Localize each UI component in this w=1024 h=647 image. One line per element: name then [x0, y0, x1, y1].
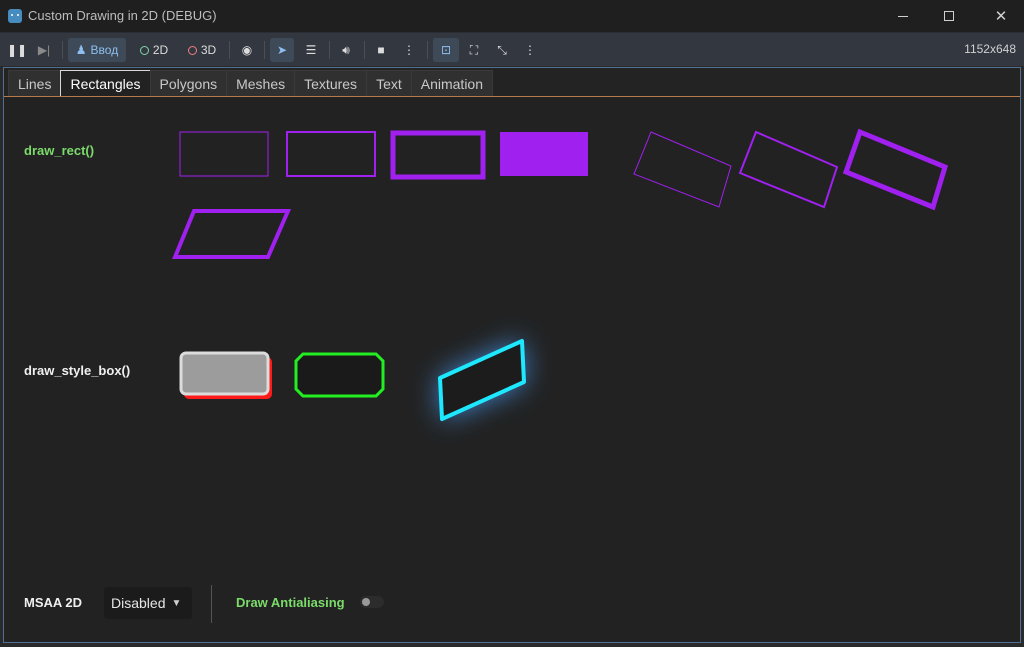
close-icon: ✕ [994, 8, 1008, 25]
mode-3d-button[interactable]: 3D [182, 38, 222, 62]
antialiasing-toggle[interactable] [360, 596, 384, 608]
mode-3d-label: 3D [200, 43, 217, 57]
expand-icon: ⛶ [469, 43, 479, 57]
audio-button[interactable]: 🔊︎ [334, 38, 358, 62]
toggle-knob [362, 598, 370, 606]
toolbar-separator [229, 41, 230, 59]
speaker-icon: 🔊︎ [342, 43, 350, 57]
visibility-button[interactable]: ◉ [236, 38, 258, 62]
tab-textures[interactable]: Textures [294, 70, 368, 98]
stylebox-cyan-skewed [438, 339, 526, 421]
mode-2d-button[interactable]: 2D [134, 38, 174, 62]
rectangles-panel: draw_rect() draw_style_box() MSAA 2D Dis… [4, 96, 1020, 642]
skewed-rect [172, 209, 292, 259]
pause-button[interactable]: ❚❚ [6, 38, 28, 62]
chevron-down-icon: ▼ [171, 597, 182, 609]
list-pointer-icon: ☰ [305, 43, 317, 57]
rotated-rect-thin [633, 131, 732, 208]
next-frame-button[interactable]: ▶| [34, 38, 54, 62]
embed-icon: ⊡ [440, 43, 452, 57]
eye-icon: ◉ [241, 43, 253, 57]
toolbar-separator [427, 41, 428, 59]
toolbar-separator [329, 41, 330, 59]
msaa-value: Disabled [111, 595, 166, 611]
tab-label: Textures [304, 76, 358, 92]
circle-2d-icon [139, 45, 149, 55]
outline-rect-medium [286, 131, 376, 177]
camera-options-button[interactable]: ⋮ [398, 38, 420, 62]
next-frame-icon: ▶| [37, 43, 51, 57]
shrink-icon: ⤡ [497, 43, 507, 57]
more-vertical-icon: ⋮ [403, 43, 415, 57]
mode-2d-label: 2D [152, 43, 169, 57]
tab-text[interactable]: Text [366, 70, 412, 98]
settings-row: MSAA 2D Disabled ▼ Draw Antialiasing [4, 585, 1020, 625]
resolution-readout: 1152x648 [964, 42, 1016, 56]
msaa-dropdown[interactable]: Disabled ▼ [104, 587, 192, 619]
rotated-rect-thick [842, 128, 949, 211]
toolbar-separator [364, 41, 365, 59]
maximize-icon [944, 11, 954, 21]
close-button[interactable]: ✕ [978, 0, 1024, 32]
tab-label: Rectangles [70, 76, 141, 92]
stylebox-flat-gray [179, 351, 270, 396]
list-select-button[interactable]: ☰ [299, 38, 323, 62]
godot-app-icon [8, 9, 22, 23]
joystick-icon: ♟ [75, 43, 87, 57]
stylebox-green-bevel [294, 352, 385, 398]
camera-icon: ■ [377, 43, 385, 57]
tab-label: Lines [18, 76, 52, 92]
game-viewport: Lines Rectangles Polygons Meshes Texture… [3, 67, 1021, 643]
input-label: Ввод [90, 43, 119, 57]
title-bar: Custom Drawing in 2D (DEBUG) ✕ [0, 0, 1024, 32]
fit-button[interactable]: ⤡ [491, 38, 513, 62]
embed-button[interactable]: ⊡ [433, 38, 459, 62]
maximize-button[interactable] [926, 0, 972, 32]
toolbar-separator [264, 41, 265, 59]
tab-label: Polygons [159, 76, 218, 92]
tab-polygons[interactable]: Polygons [149, 70, 228, 98]
tab-label: Animation [420, 76, 484, 92]
tab-label: Meshes [236, 76, 286, 92]
stretch-button[interactable]: ⛶ [463, 38, 485, 62]
drawing-canvas [172, 128, 949, 421]
embed-options-button[interactable]: ⋮ [519, 38, 541, 62]
tab-meshes[interactable]: Meshes [226, 70, 296, 98]
pause-icon: ❚❚ [6, 43, 28, 57]
antialiasing-label: Draw Antialiasing [236, 595, 345, 610]
filled-rect [500, 132, 588, 176]
tab-lines[interactable]: Lines [8, 70, 62, 98]
tab-rectangles[interactable]: Rectangles [60, 70, 151, 98]
msaa-label: MSAA 2D [24, 595, 83, 610]
pointer-icon: ➤ [276, 43, 288, 57]
toolbar-separator [62, 41, 63, 59]
vertical-separator [211, 585, 212, 623]
more-vertical-icon: ⋮ [524, 43, 536, 57]
debug-toolbar: ❚❚ ▶| ♟ Ввод 2D 3D ◉ ➤ ☰ 🔊︎ ■ ⋮ ⊡ ⛶ ⤡ ⋮ … [0, 32, 1024, 66]
rotated-rect-medium [738, 130, 839, 209]
outline-rect-thick [390, 130, 486, 180]
tab-label: Text [376, 76, 402, 92]
window-title: Custom Drawing in 2D (DEBUG) [28, 8, 217, 23]
camera-button[interactable]: ■ [370, 38, 392, 62]
tab-animation[interactable]: Animation [410, 70, 494, 98]
input-button[interactable]: ♟ Ввод [68, 38, 126, 62]
circle-3d-icon [187, 45, 197, 55]
outline-rect-thin [179, 131, 269, 177]
minimize-icon [898, 15, 908, 17]
minimize-button[interactable] [880, 0, 926, 32]
select-tool-button[interactable]: ➤ [270, 38, 294, 62]
tab-bar: Lines Rectangles Polygons Meshes Texture… [8, 70, 494, 98]
